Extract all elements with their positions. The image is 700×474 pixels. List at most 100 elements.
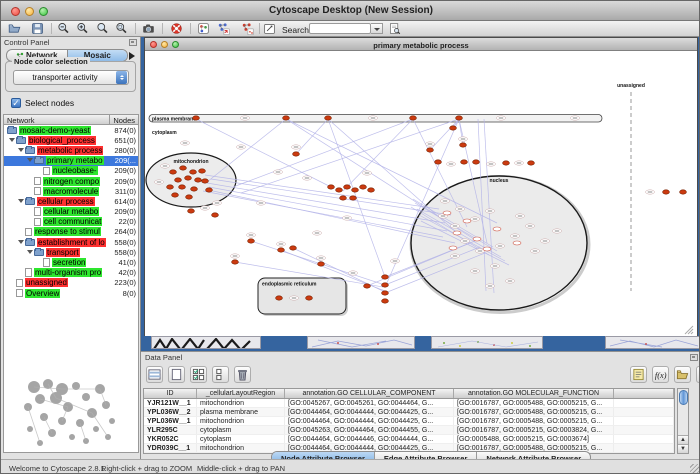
graph-node[interactable] — [364, 284, 371, 288]
graph-node[interactable] — [167, 185, 174, 189]
clear-selection-icon[interactable] — [168, 366, 185, 383]
node-color-dropdown[interactable]: transporter activity — [13, 70, 129, 85]
graph-node[interactable] — [276, 296, 283, 300]
graph-node[interactable] — [188, 209, 195, 213]
zoom-selected-icon[interactable] — [115, 22, 129, 35]
tree-row-secretion[interactable]: secretion41(0) — [4, 257, 138, 267]
network-view-titlebar[interactable]: primary metabolic process — [145, 38, 697, 51]
graph-node[interactable] — [435, 160, 442, 164]
new-network-from-selection-icon[interactable] — [217, 22, 231, 35]
graph-node[interactable] — [172, 193, 179, 197]
tree-row-unassigned[interactable]: unassigned223(0) — [4, 278, 138, 288]
graph-node[interactable] — [290, 246, 297, 250]
graph-node[interactable] — [306, 296, 313, 300]
attribute-notes-icon[interactable] — [630, 366, 647, 383]
function-builder-icon[interactable]: f(x) — [652, 366, 669, 383]
graph-node[interactable] — [193, 116, 200, 120]
new-network-copy-icon[interactable] — [241, 22, 255, 35]
graph-node[interactable] — [382, 291, 389, 295]
table-column-header[interactable] — [614, 389, 674, 398]
graph-node[interactable] — [382, 283, 389, 287]
graph-node[interactable] — [344, 185, 351, 189]
zoom-out-icon[interactable] — [57, 22, 71, 35]
canvas-resize-grip[interactable] — [691, 332, 693, 334]
tree-expand-arrow-icon[interactable] — [27, 250, 33, 257]
graph-node[interactable] — [202, 179, 209, 183]
graph-node[interactable] — [461, 160, 468, 164]
graph-node[interactable] — [191, 187, 198, 191]
graph-node[interactable] — [680, 190, 687, 194]
graph-node[interactable] — [340, 196, 347, 200]
tree-row-macromolecule[interactable]: macromolecule311(0) — [4, 186, 138, 196]
table-row[interactable]: YKR052Ccytoplasm[GO:0044464, GO:0044446,… — [144, 435, 674, 444]
graph-node[interactable] — [293, 152, 300, 156]
background-window-strip[interactable] — [431, 336, 543, 349]
graph-node[interactable] — [318, 262, 325, 266]
float-panel-icon[interactable] — [129, 39, 137, 46]
search-input[interactable] — [309, 23, 371, 34]
graph-node[interactable] — [179, 185, 186, 189]
scroll-up-arrow-icon[interactable]: ▲ — [678, 435, 688, 444]
attribute-table[interactable]: ID_cellularLayoutRegionannotation.GO CEL… — [143, 388, 675, 454]
table-column-header[interactable]: _cellularLayoutRegion — [197, 389, 285, 398]
delete-attributes-trash-icon[interactable] — [234, 366, 251, 383]
tab-overflow-arrow-icon[interactable] — [129, 52, 139, 60]
graph-node[interactable] — [528, 161, 535, 165]
graph-node[interactable] — [206, 188, 213, 192]
graph-node[interactable] — [232, 260, 239, 264]
table-column-header[interactable]: annotation.GO CELLULAR_COMPONENT — [285, 389, 454, 398]
tree-row-establishment-of-lo[interactable]: establishment of lo558(0) — [4, 237, 138, 247]
save-session-icon[interactable] — [31, 22, 45, 35]
table-row[interactable]: YLR295Ccytoplasm[GO:0045263, GO:0044464,… — [144, 426, 674, 435]
graph-node[interactable] — [212, 213, 219, 217]
graph-node[interactable] — [325, 116, 332, 120]
help-lifesaver-icon[interactable] — [170, 22, 184, 35]
scroll-down-arrow-icon[interactable]: ▼ — [678, 444, 688, 453]
tree-row-overview[interactable]: Overview8(0) — [4, 288, 138, 298]
graph-node[interactable] — [190, 170, 197, 174]
table-vertical-scrollbar[interactable]: ▲ ▼ — [677, 388, 689, 454]
graph-node[interactable] — [460, 143, 467, 147]
tree-expand-arrow-icon[interactable] — [18, 240, 24, 247]
tree-expand-arrow-icon[interactable] — [9, 138, 15, 145]
network-canvas[interactable]: plasma membranecytoplasmunassignedmitoch… — [145, 51, 697, 336]
tree-row-metabolic-process[interactable]: metabolic process280(0) — [4, 145, 138, 155]
graph-node[interactable] — [328, 185, 335, 189]
graph-node[interactable] — [382, 299, 389, 303]
window-resize-grip[interactable] — [690, 464, 700, 474]
tree-expand-arrow-icon[interactable] — [27, 158, 33, 165]
scrollbar-thumb[interactable] — [679, 390, 688, 405]
tree-row-multi-organism-pro[interactable]: multi-organism pro42(0) — [4, 268, 138, 278]
tree-row-cellular-process[interactable]: cellular process614(0) — [4, 196, 138, 206]
graph-node[interactable] — [382, 275, 389, 279]
table-row[interactable]: YPL036W__2plasma membrane[GO:0044464, GO… — [144, 408, 674, 417]
background-window-strip[interactable] — [151, 336, 261, 349]
select-nodes-checkbox[interactable]: ✓ — [11, 98, 21, 108]
annotation-icon[interactable] — [263, 22, 277, 35]
tree-expand-arrow-icon[interactable] — [18, 199, 24, 206]
float-data-panel-icon[interactable] — [690, 354, 698, 361]
tree-row-transport[interactable]: transport558(0) — [4, 247, 138, 257]
attribute-table-header[interactable]: ID_cellularLayoutRegionannotation.GO CEL… — [144, 389, 674, 399]
tree-row-biological-process[interactable]: biological_process651(0) — [4, 135, 138, 145]
table-column-header[interactable]: ID — [144, 389, 197, 398]
graph-node[interactable] — [456, 116, 463, 120]
background-window-strip[interactable] — [307, 336, 415, 349]
advanced-search-icon[interactable] — [388, 22, 402, 35]
tree-row-primary-metabo[interactable]: primary metabo209(... — [4, 156, 138, 166]
graph-node[interactable] — [248, 239, 255, 243]
tree-row-cell-communicat[interactable]: cell communicat22(0) — [4, 217, 138, 227]
graph-node[interactable] — [360, 185, 367, 189]
tree-row-nucleobase-[interactable]: nucleobase-209(0) — [4, 166, 138, 176]
graph-node[interactable] — [283, 116, 290, 120]
import-attributes-folder-icon[interactable] — [674, 366, 691, 383]
graph-node[interactable] — [352, 188, 359, 192]
unselect-attributes-icon[interactable] — [212, 366, 229, 383]
table-row[interactable]: YJR121W__1mitochondrion[GO:0045267, GO:0… — [144, 399, 674, 408]
matrix-view-icon[interactable] — [696, 366, 700, 383]
graph-node[interactable] — [368, 188, 375, 192]
graph-node[interactable] — [473, 160, 480, 164]
graph-node[interactable] — [180, 166, 187, 170]
open-session-icon[interactable] — [8, 22, 22, 35]
tree-row-cellular-metabo[interactable]: cellular metabo209(0) — [4, 207, 138, 217]
